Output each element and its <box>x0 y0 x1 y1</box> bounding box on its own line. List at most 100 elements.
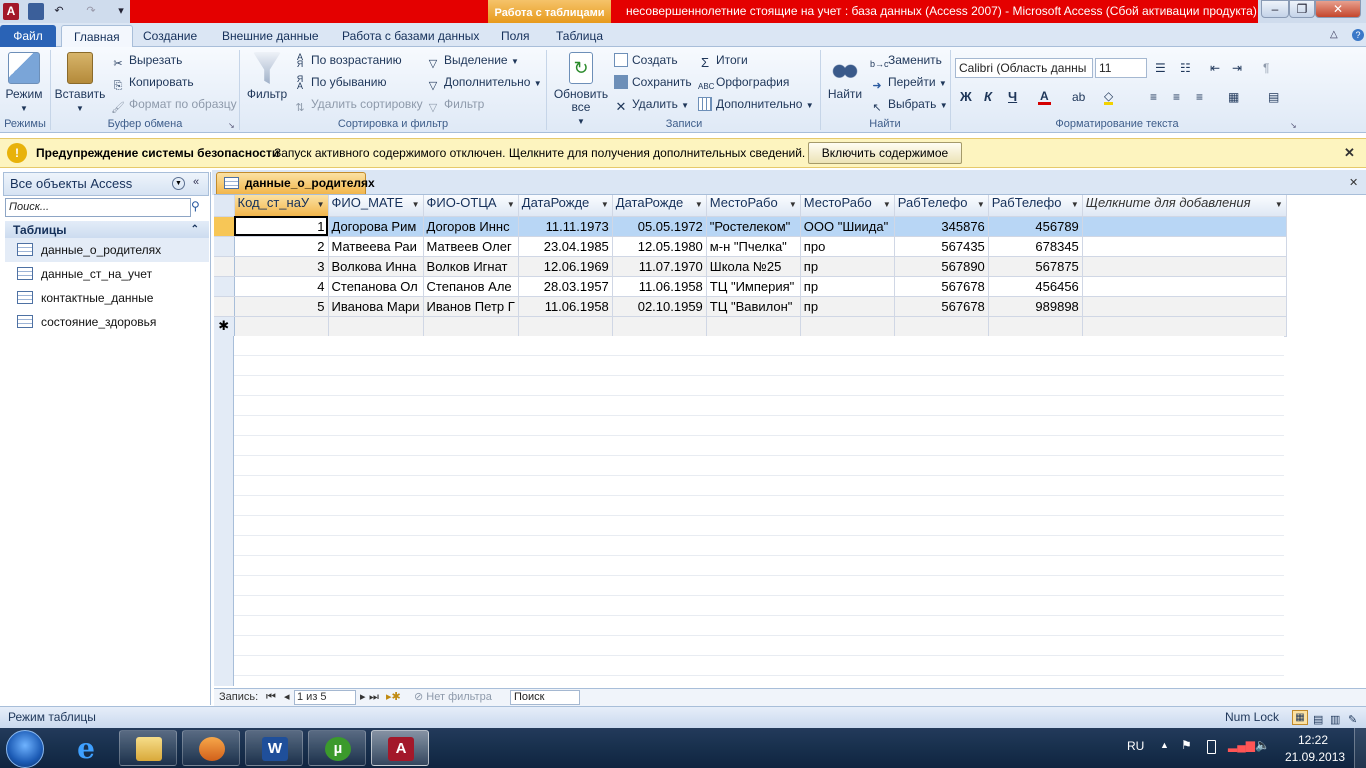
record-search-input[interactable]: Поиск <box>510 690 580 705</box>
nav-search-input[interactable]: Поиск... <box>5 198 191 217</box>
nav-item-health[interactable]: состояние_здоровья <box>5 310 209 334</box>
tab-create[interactable]: Создание <box>131 25 209 47</box>
font-color-icon[interactable]: A <box>1038 87 1051 105</box>
nav-item-contacts[interactable]: контактные_данные <box>5 286 209 310</box>
more-records-button[interactable]: Дополнительно ▼ <box>698 94 814 114</box>
table-cell[interactable] <box>423 316 519 337</box>
table-row[interactable]: 2 Матвеева Раи Матвеев Олег 23.04.1985 1… <box>214 236 1287 257</box>
table-cell[interactable]: 11.11.1973 <box>518 216 613 237</box>
delete-record-button[interactable]: ✕ Удалить ▼ <box>614 94 690 114</box>
nav-item-registered[interactable]: данные_ст_на_учет <box>5 262 209 286</box>
paragraph-icon[interactable]: ¶ <box>1263 58 1269 78</box>
chevron-down-icon[interactable]: ▼ <box>412 195 420 215</box>
table-cell[interactable]: Волкова Инна <box>328 256 424 277</box>
underline-button[interactable]: Ч <box>1008 87 1017 107</box>
close-document-icon[interactable]: ✕ <box>1349 176 1358 189</box>
bold-button[interactable]: Ж <box>960 87 972 107</box>
chevron-down-icon[interactable]: ▼ <box>977 195 985 215</box>
table-cell[interactable]: Школа №25 <box>706 256 801 277</box>
close-button[interactable]: ✕ <box>1315 0 1361 18</box>
column-header[interactable]: Код_ст_наУ ▼ <box>234 195 329 217</box>
table-cell[interactable] <box>1082 296 1287 317</box>
toggle-filter-button[interactable]: ▽ Фильтр <box>426 94 485 114</box>
table-cell[interactable]: пр <box>800 256 895 277</box>
taskbar-media-player[interactable] <box>182 730 240 766</box>
table-cell[interactable] <box>328 316 424 337</box>
find-button[interactable]: Найти <box>824 52 866 101</box>
help-icon[interactable]: ? <box>1352 29 1364 41</box>
table-cell[interactable]: 12.06.1969 <box>518 256 613 277</box>
row-selector[interactable] <box>214 256 235 277</box>
chevron-down-icon[interactable]: ▼ <box>1071 195 1079 215</box>
new-record-nav-icon[interactable]: ▸✱ <box>386 689 401 706</box>
format-painter-button[interactable]: 🖌 Формат по образцу <box>111 94 237 114</box>
font-name-select[interactable]: Calibri (Область данны <box>955 58 1093 78</box>
cut-button[interactable]: ✂ Вырезать <box>111 50 182 70</box>
table-cell[interactable]: м-н "Пчелка" <box>706 236 801 257</box>
save-icon[interactable] <box>28 3 44 20</box>
table-cell[interactable]: 1 <box>234 216 329 237</box>
start-button-icon[interactable] <box>6 730 44 768</box>
column-header[interactable]: ДатаРожде ▼ <box>518 195 613 217</box>
undo-icon[interactable]: ↶ <box>52 3 66 20</box>
table-cell[interactable] <box>518 316 613 337</box>
tab-table[interactable]: Таблица <box>544 25 615 47</box>
column-header[interactable]: МестоРабо ▼ <box>800 195 895 217</box>
table-row[interactable]: 3 Волкова Инна Волков Игнат 12.06.1969 1… <box>214 256 1287 277</box>
dialog-launcher-icon[interactable]: ↘ <box>228 121 235 130</box>
table-cell[interactable]: 11.07.1970 <box>612 256 707 277</box>
internet-explorer-icon[interactable]: e <box>70 734 102 764</box>
table-row[interactable]: 1 Догорова Рим Догоров Иннс 11.11.1973 0… <box>214 216 1287 237</box>
table-cell[interactable] <box>1082 316 1287 337</box>
redo-icon[interactable]: ↷ <box>84 3 98 20</box>
table-cell[interactable]: 4 <box>234 276 329 297</box>
chevron-down-icon[interactable]: ▼ <box>789 195 797 215</box>
numbering-icon[interactable]: ☷ <box>1180 58 1191 78</box>
column-header[interactable]: ФИО-ОТЦА ▼ <box>423 195 519 217</box>
chevron-down-icon[interactable]: ▼ <box>695 195 703 215</box>
table-cell[interactable] <box>234 316 329 337</box>
show-hidden-icons-icon[interactable]: ▲ <box>1160 740 1169 750</box>
highlight-icon[interactable]: ab <box>1072 87 1085 107</box>
network-signal-icon[interactable]: ▂▄▆ <box>1228 738 1255 752</box>
close-icon[interactable]: ✕ <box>1344 145 1355 161</box>
table-cell[interactable]: 05.05.1972 <box>612 216 707 237</box>
battery-icon[interactable] <box>1207 740 1216 754</box>
qat-customize-icon[interactable]: ▾ <box>116 3 126 20</box>
table-cell[interactable]: 5 <box>234 296 329 317</box>
show-desktop-button[interactable] <box>1354 728 1366 768</box>
indent-decrease-icon[interactable]: ⇤ <box>1210 58 1220 78</box>
table-cell[interactable] <box>800 316 895 337</box>
table-cell[interactable] <box>706 316 801 337</box>
tab-database-tools[interactable]: Работа с базами данных <box>330 25 491 47</box>
previous-record-icon[interactable]: ◂ <box>284 689 290 706</box>
clock-time[interactable]: 12:22 <box>1298 733 1328 747</box>
table-cell[interactable]: ТЦ "Вавилон" <box>706 296 801 317</box>
table-cell[interactable]: 567875 <box>988 256 1083 277</box>
totals-button[interactable]: Σ Итоги <box>698 50 748 70</box>
fill-color-icon[interactable]: ◇ <box>1104 87 1114 105</box>
replace-button[interactable]: b→cЗаменить <box>870 50 942 70</box>
column-header[interactable]: РабТелефо ▼ <box>988 195 1083 217</box>
bullets-icon[interactable]: ☰ <box>1155 58 1166 78</box>
row-selector[interactable] <box>214 236 235 257</box>
security-message[interactable]: Запуск активного содержимого отключен. Щ… <box>274 146 805 160</box>
indent-increase-icon[interactable]: ⇥ <box>1232 58 1242 78</box>
table-cell[interactable]: 02.10.1959 <box>612 296 707 317</box>
table-cell[interactable]: 3 <box>234 256 329 277</box>
table-cell[interactable]: "Ростелеком" <box>706 216 801 237</box>
document-tab-parents[interactable]: данные_о_родителях <box>216 172 375 194</box>
table-cell[interactable]: Волков Игнат <box>423 256 519 277</box>
table-cell[interactable]: Матвеева Раи <box>328 236 424 257</box>
table-cell[interactable]: про <box>800 236 895 257</box>
table-cell[interactable] <box>988 316 1083 337</box>
table-cell[interactable]: 678345 <box>988 236 1083 257</box>
no-filter-button[interactable]: ⊘ Нет фильтра <box>414 689 492 706</box>
ribbon-collapse-icon[interactable]: △ <box>1330 29 1338 40</box>
datasheet-view-icon[interactable]: ▦ <box>1292 710 1308 725</box>
record-position-input[interactable]: 1 из 5 <box>294 690 356 705</box>
tab-home[interactable]: Главная <box>61 25 133 47</box>
select-button[interactable]: ↖ Выбрать ▼ <box>870 94 947 114</box>
align-center-icon[interactable]: ≡ <box>1173 87 1180 107</box>
table-row[interactable]: 4 Степанова Ол Степанов Але 28.03.1957 1… <box>214 276 1287 297</box>
